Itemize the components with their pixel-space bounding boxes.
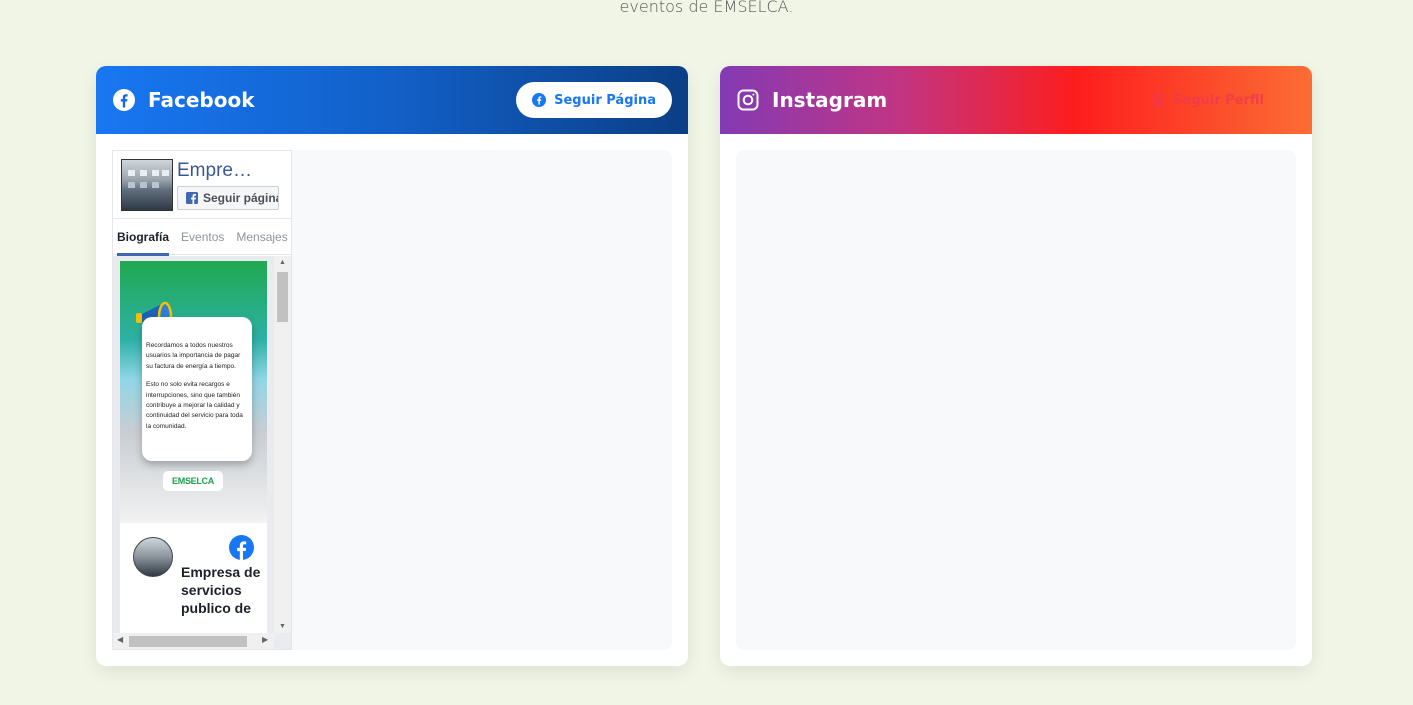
post-text-1: Recordamos a todos nuestros usuarios la … [146,342,241,370]
page-thumbnail[interactable] [121,159,173,211]
plugin-header: Empre… Seguir página [113,151,291,219]
follow-facebook-button[interactable]: Seguir Página [516,82,672,118]
plugin-follow-label: Seguir página [203,191,279,205]
instagram-icon [736,88,760,112]
instagram-small-icon [1152,94,1165,107]
follow-instagram-button[interactable]: Seguir Perfil [1136,82,1280,118]
instagram-card: Instagram Seguir Perfil [720,66,1312,666]
facebook-card-header: Facebook Seguir Página [96,66,688,134]
facebook-icon [112,88,136,112]
vertical-scroll-thumb[interactable] [277,272,288,322]
facebook-card: Facebook Seguir Página Empre… Seguir pág… [96,66,688,666]
scroll-up-icon[interactable]: ▲ [279,259,286,266]
post-image[interactable]: Recordamos a todos nuestros usuarios la … [120,261,267,523]
instagram-embed-area [736,150,1296,650]
scroll-down-icon[interactable]: ▼ [279,623,286,630]
instagram-title: Instagram [772,88,888,112]
scroll-right-icon[interactable]: ▶ [262,635,268,644]
plugin-feed: Recordamos a todos nuestros usuarios la … [113,256,291,649]
tab-biografia[interactable]: Biografía [117,230,170,256]
plugin-tabs: Biografía Eventos Mensajes [113,219,291,256]
post-notice: Recordamos a todos nuestros usuarios la … [142,317,252,461]
instagram-card-header: Instagram Seguir Perfil [720,66,1312,134]
tab-eventos[interactable]: Eventos [181,230,224,244]
facebook-page-plugin[interactable]: Empre… Seguir página Biografía Eventos M… [112,150,292,650]
facebook-square-icon [186,192,198,204]
emselca-logo: EMSELCA [163,471,223,491]
plugin-follow-button[interactable]: Seguir página [177,186,279,210]
follow-instagram-label: Seguir Perfil [1173,92,1264,108]
author-avatar[interactable] [133,537,173,577]
facebook-badge-icon [229,535,254,560]
follow-facebook-label: Seguir Página [554,92,656,108]
vertical-scrollbar[interactable]: ▲ ▼ [274,256,291,633]
tab-mensajes[interactable]: Mensajes [236,230,287,244]
horizontal-scroll-thumb[interactable] [129,636,247,647]
post-text-2: Esto no solo evita recargos e interrupci… [146,381,243,430]
plugin-page-name[interactable]: Empre… [177,160,287,182]
facebook-small-icon [532,93,547,107]
author-name[interactable]: Empresa de servicios publico de [181,563,261,617]
post-author-card: Empresa de servicios publico de [120,523,267,649]
scroll-left-icon[interactable]: ◀ [117,635,123,644]
facebook-title: Facebook [148,88,255,112]
section-description: eventos de EMSELCA. [619,0,794,16]
horizontal-scrollbar[interactable]: ◀ ▶ [113,633,274,649]
